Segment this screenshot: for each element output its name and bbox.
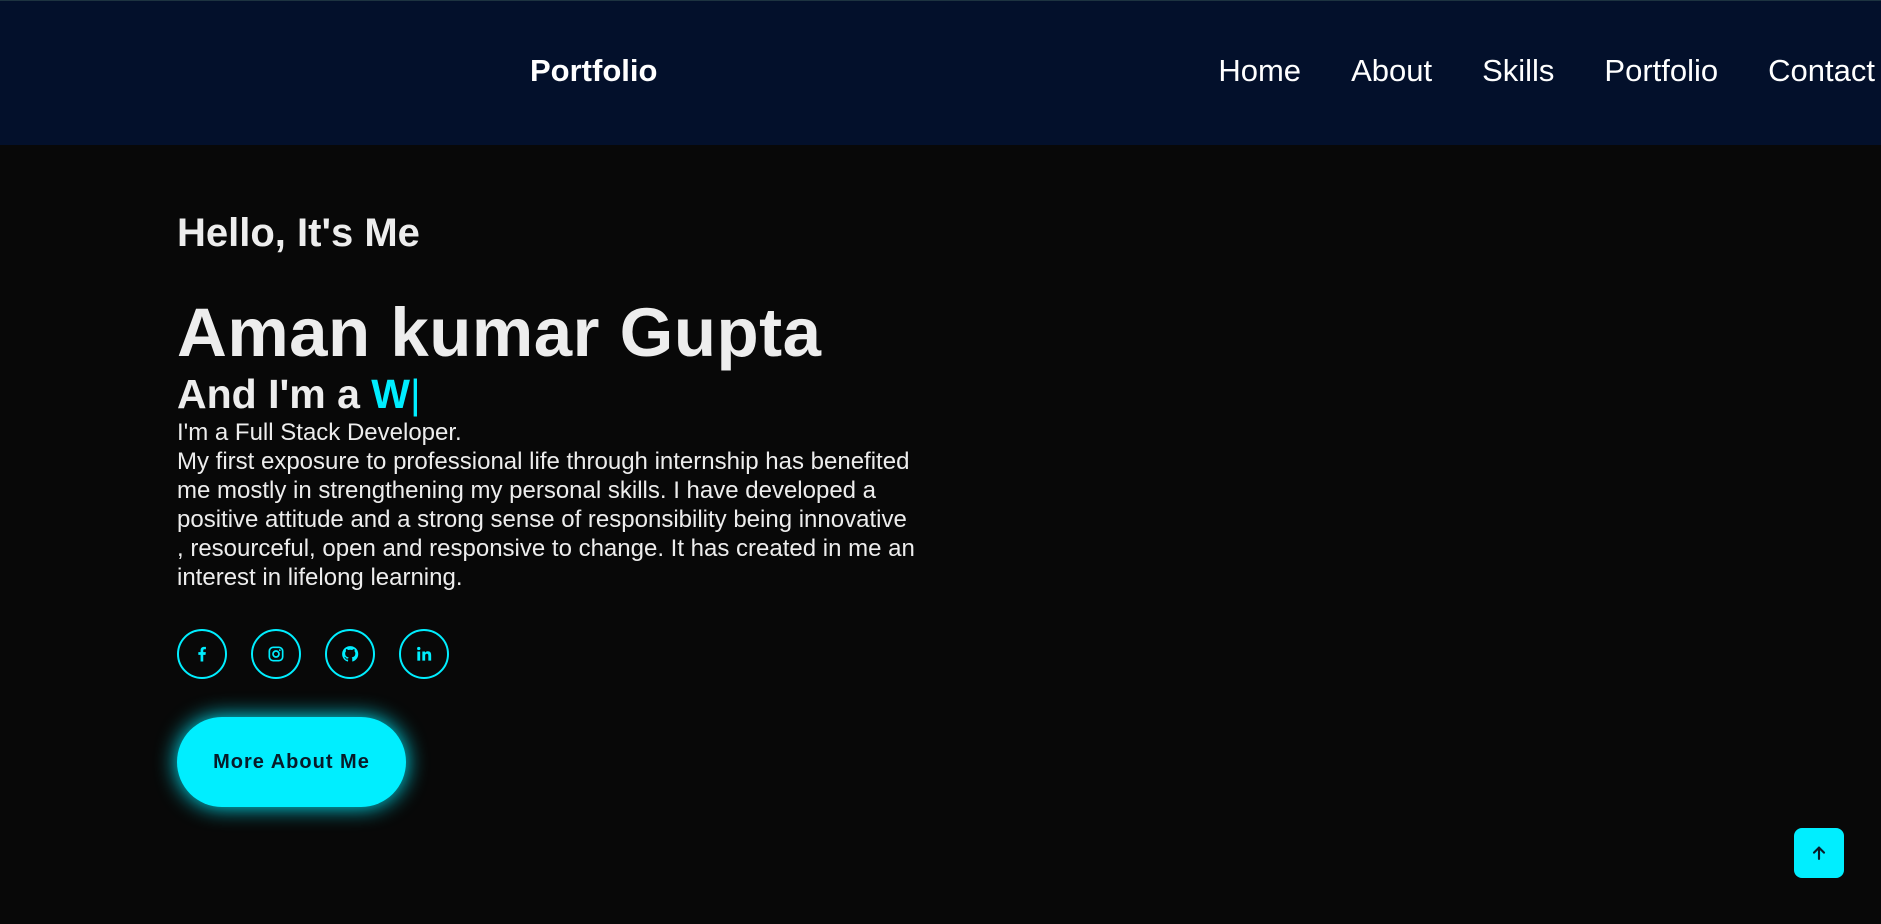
nav-portfolio[interactable]: Portfolio: [1604, 53, 1718, 89]
main-nav: Home About Skills Portfolio Contact: [1218, 53, 1875, 89]
more-about-me-button[interactable]: More About Me: [177, 717, 406, 807]
intro-headline: I'm a Full Stack Developer.: [177, 419, 462, 446]
logo[interactable]: Portfolio: [530, 53, 657, 89]
facebook-icon: [198, 646, 206, 662]
nav-home[interactable]: Home: [1218, 53, 1301, 89]
hero-name: Aman kumar Gupta: [177, 294, 822, 371]
nav-about[interactable]: About: [1351, 53, 1432, 89]
intro-text: I'm a Full Stack Developer. My first exp…: [177, 418, 917, 592]
intro-body: My first exposure to professional life t…: [177, 448, 915, 591]
scroll-to-top-button[interactable]: [1794, 828, 1844, 878]
instagram-icon: [268, 646, 284, 662]
github-icon: [342, 646, 359, 662]
linkedin-link[interactable]: [399, 629, 449, 679]
linkedin-icon: [417, 646, 432, 661]
instagram-link[interactable]: [251, 629, 301, 679]
typing-cursor: |: [409, 371, 421, 417]
facebook-link[interactable]: [177, 629, 227, 679]
social-links: [177, 629, 449, 679]
role-prefix: And I'm a: [177, 371, 372, 417]
nav-contact[interactable]: Contact: [1768, 53, 1875, 89]
nav-skills[interactable]: Skills: [1482, 53, 1554, 89]
arrow-up-icon: [1812, 846, 1826, 860]
github-link[interactable]: [325, 629, 375, 679]
role-typed-text: W: [371, 371, 410, 417]
role-line: And I'm a W|: [177, 371, 421, 418]
site-header: Portfolio Home About Skills Portfolio Co…: [0, 0, 1881, 145]
greeting: Hello, It's Me: [177, 211, 420, 255]
